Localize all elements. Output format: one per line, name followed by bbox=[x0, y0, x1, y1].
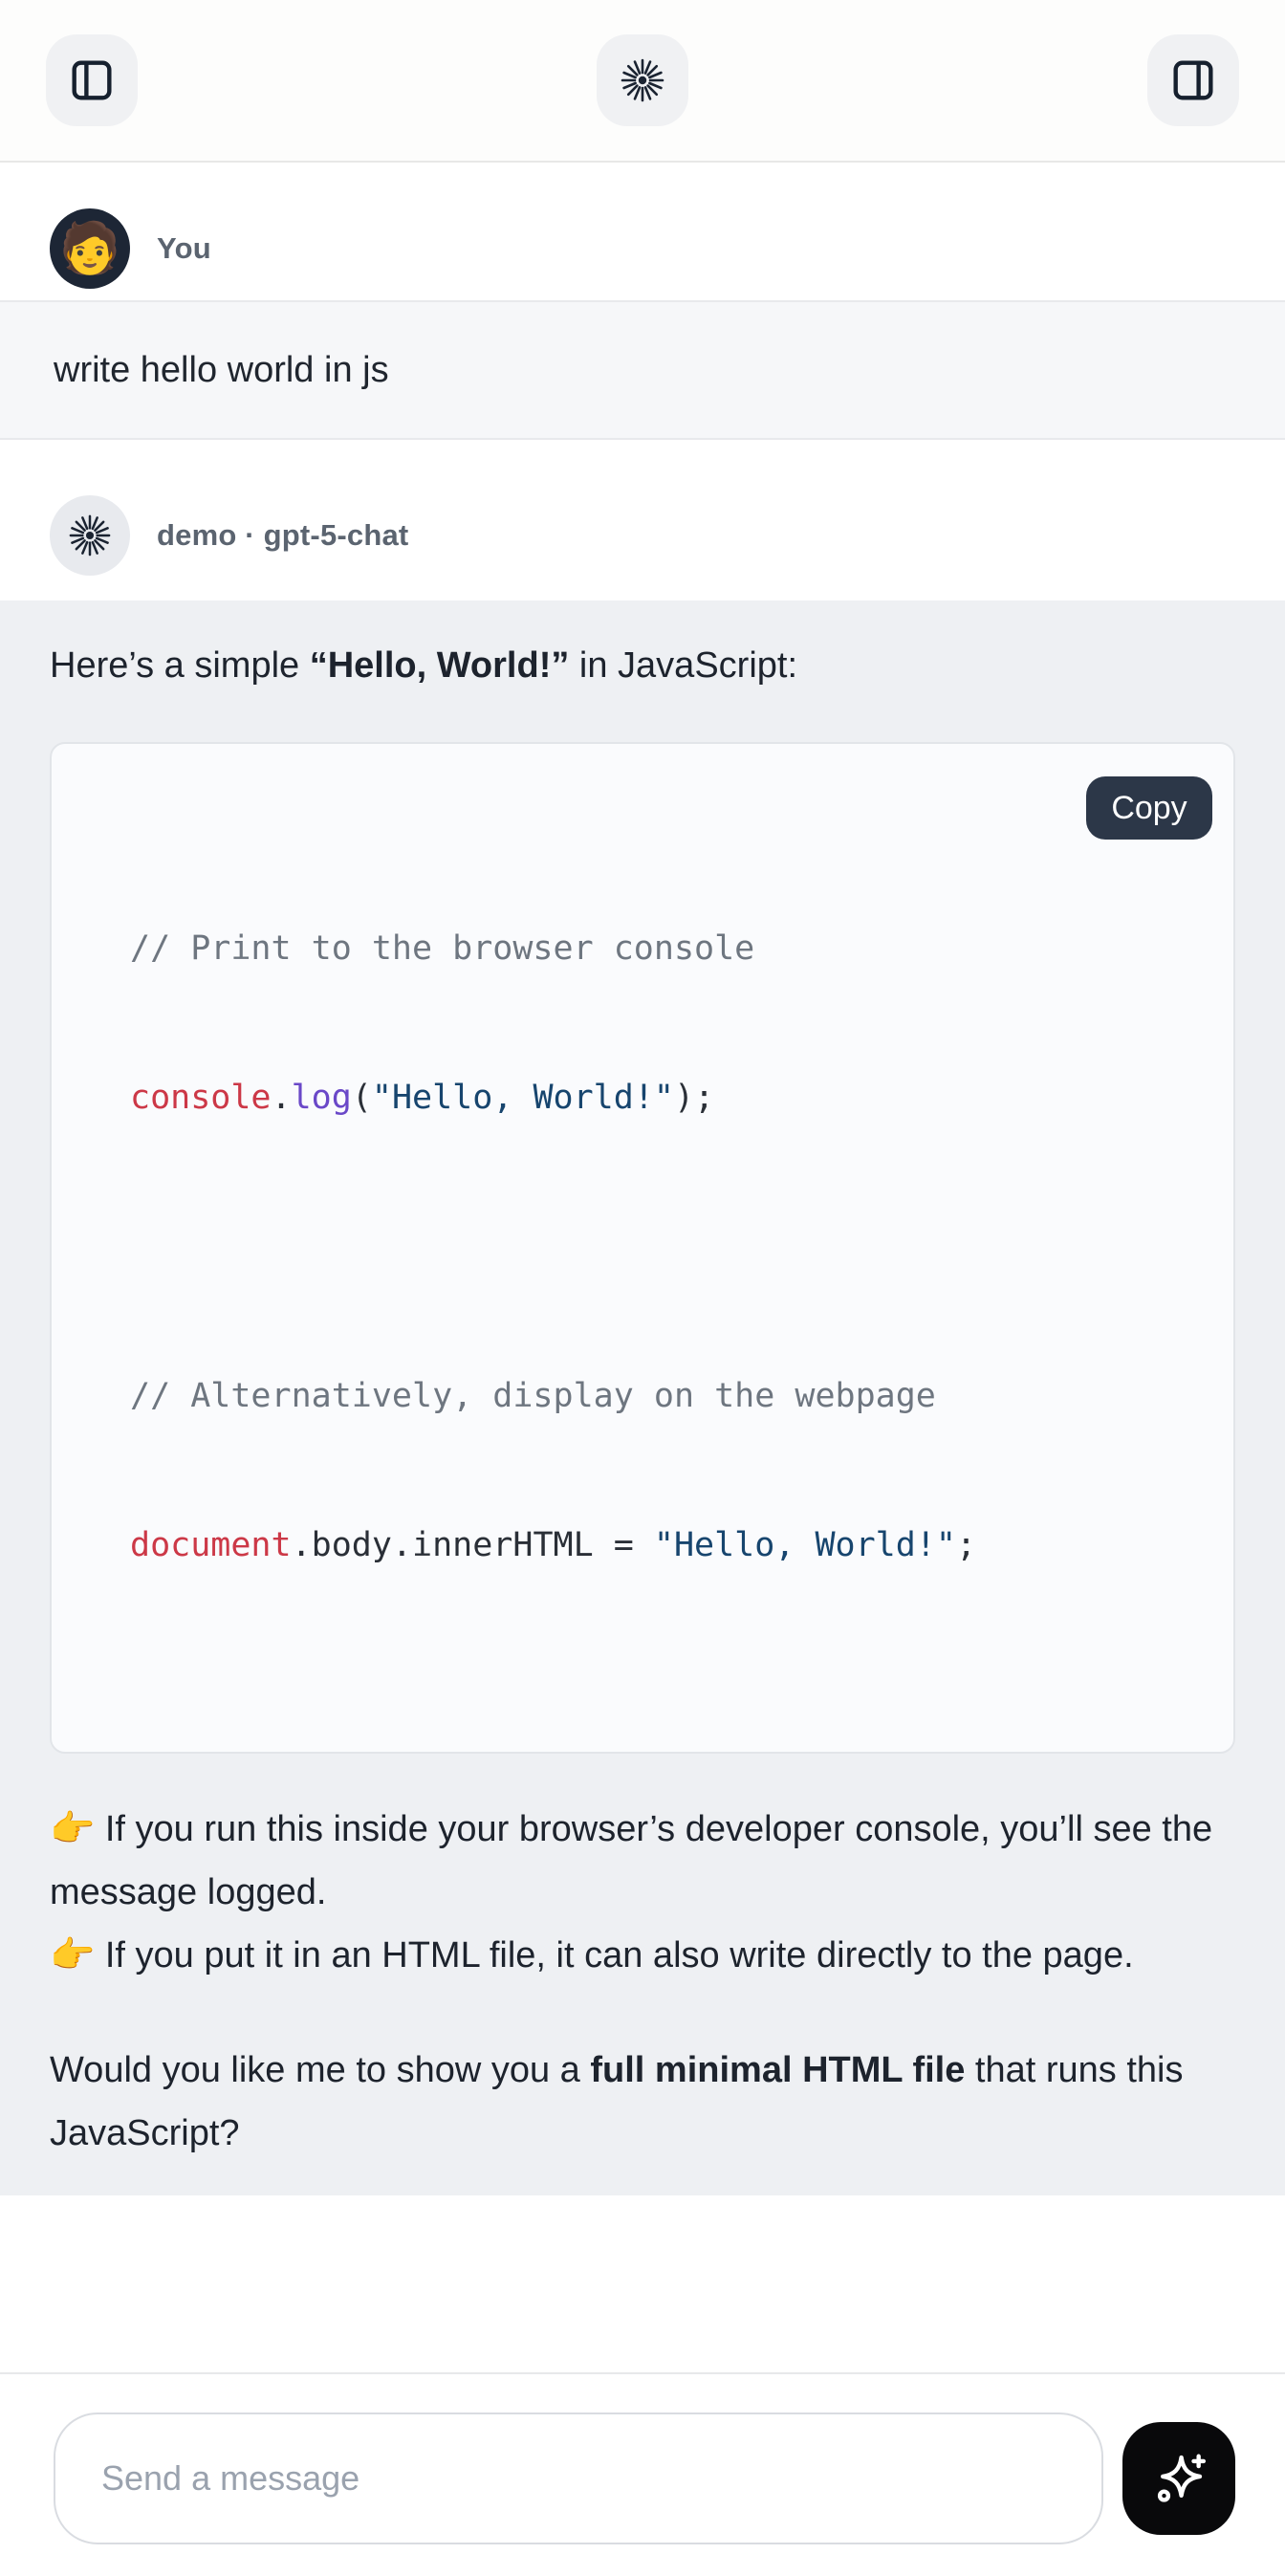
code-object: console bbox=[130, 1079, 272, 1117]
user-author-label: You bbox=[157, 231, 211, 266]
chat-empty-space bbox=[0, 2195, 1285, 2372]
code-comment: // Alternatively, display on the webpage bbox=[130, 1377, 936, 1415]
starburst-icon bbox=[620, 57, 665, 103]
code-string: "Hello, World!" bbox=[372, 1079, 674, 1117]
code-function: log bbox=[292, 1079, 352, 1117]
question-pre: Would you like me to show you a bbox=[50, 2050, 590, 2090]
top-bar bbox=[0, 0, 1285, 163]
intro-post: in JavaScript: bbox=[569, 645, 797, 686]
code-comment: // Print to the browser console bbox=[130, 929, 754, 968]
user-message-bubble: write hello world in js bbox=[0, 300, 1285, 440]
code-punct: ; bbox=[956, 1526, 976, 1564]
code-line-console-log: console.log("Hello, World!"); bbox=[130, 1073, 1195, 1123]
assistant-question: Would you like me to show you a full min… bbox=[50, 2039, 1235, 2165]
copy-button[interactable]: Copy bbox=[1086, 776, 1212, 840]
assistant-tips: 👉 If you run this inside your browser’s … bbox=[50, 1798, 1235, 1987]
message-input[interactable] bbox=[54, 2412, 1103, 2544]
code-string: "Hello, World!" bbox=[654, 1526, 956, 1564]
user-message-text: write hello world in js bbox=[54, 350, 389, 391]
send-button[interactable] bbox=[1122, 2422, 1235, 2535]
code-block: Copy // Print to the browser console con… bbox=[50, 742, 1235, 1754]
code-line-document: document.body.innerHTML = "Hello, World!… bbox=[130, 1520, 1195, 1570]
question-bold: full minimal HTML file bbox=[590, 2050, 965, 2090]
code-punct: . bbox=[272, 1079, 292, 1117]
sidebar-toggle-button[interactable] bbox=[46, 34, 138, 126]
code-object: document bbox=[130, 1526, 292, 1564]
starburst-avatar-icon bbox=[68, 513, 112, 557]
right-panel-toggle-button[interactable] bbox=[1147, 34, 1239, 126]
panel-left-icon bbox=[68, 56, 116, 104]
model-logo-button[interactable] bbox=[597, 34, 688, 126]
assistant-author-label: demo · gpt-5-chat bbox=[157, 518, 408, 553]
assistant-avatar bbox=[50, 495, 130, 576]
code-line-comment-2: // Alternatively, display on the webpage bbox=[130, 1371, 1195, 1421]
sparkle-icon bbox=[1149, 2449, 1209, 2508]
tip-1: 👉 If you run this inside your browser’s … bbox=[50, 1809, 1212, 1912]
assistant-intro: Here’s a simple “Hello, World!” in JavaS… bbox=[50, 639, 1235, 692]
intro-bold: “Hello, World!” bbox=[310, 645, 570, 686]
assistant-author-row: demo · gpt-5-chat bbox=[50, 495, 1285, 576]
assistant-message-body: Here’s a simple “Hello, World!” in JavaS… bbox=[0, 600, 1285, 2195]
user-avatar-emoji: 🧑 bbox=[59, 224, 121, 273]
tip-2: 👉 If you put it in an HTML file, it can … bbox=[50, 1935, 1134, 1976]
intro-pre: Here’s a simple bbox=[50, 645, 310, 686]
assistant-message: demo · gpt-5-chat Here’s a simple “Hello… bbox=[0, 440, 1285, 2195]
code-line-blank bbox=[130, 1222, 1195, 1272]
code-punct: ( bbox=[352, 1079, 372, 1117]
user-avatar: 🧑 bbox=[50, 208, 130, 289]
composer-bar bbox=[0, 2372, 1285, 2576]
code-line-comment-1: // Print to the browser console bbox=[130, 924, 1195, 973]
user-message: 🧑 You write hello world in js bbox=[0, 163, 1285, 440]
code-content: // Print to the browser console console.… bbox=[130, 824, 1195, 1670]
code-punct: ); bbox=[674, 1079, 714, 1117]
panel-right-icon bbox=[1169, 56, 1217, 104]
code-plain: .body.innerHTML = bbox=[292, 1526, 654, 1564]
user-author-row: 🧑 You bbox=[50, 208, 1285, 289]
